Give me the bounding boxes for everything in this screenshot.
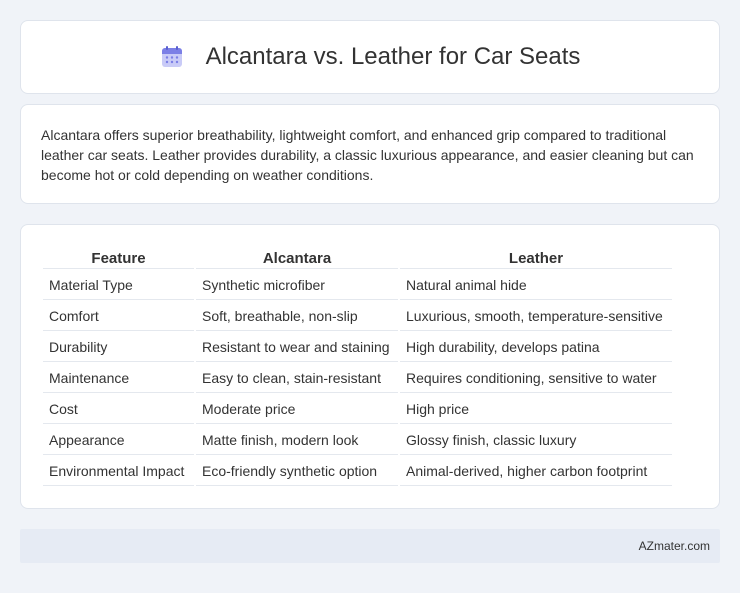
alcantara-cell: Moderate price [196, 395, 398, 424]
alcantara-cell: Resistant to wear and staining [196, 333, 398, 362]
leather-cell: High price [400, 395, 672, 424]
table-header-row: Feature Alcantara Leather [43, 247, 672, 269]
table-row: Durability Resistant to wear and stainin… [43, 333, 672, 362]
table-row: Maintenance Easy to clean, stain-resista… [43, 364, 672, 393]
alcantara-cell: Matte finish, modern look [196, 426, 398, 455]
table-row: Environmental Impact Eco-friendly synthe… [43, 457, 672, 486]
footer-brand: AZmater.com [638, 539, 710, 553]
feature-cell: Material Type [43, 271, 194, 300]
comparison-card: Feature Alcantara Leather Material Type … [20, 224, 720, 509]
table-row: Material Type Synthetic microfiber Natur… [43, 271, 672, 300]
feature-cell: Maintenance [43, 364, 194, 393]
alcantara-cell: Synthetic microfiber [196, 271, 398, 300]
leather-cell: Animal-derived, higher carbon footprint [400, 457, 672, 486]
feature-cell: Comfort [43, 302, 194, 331]
table-row: Cost Moderate price High price [43, 395, 672, 424]
feature-cell: Environmental Impact [43, 457, 194, 486]
footer-bar: AZmater.com [20, 529, 720, 563]
feature-cell: Durability [43, 333, 194, 362]
page-title: Alcantara vs. Leather for Car Seats [205, 43, 581, 70]
leather-cell: High durability, develops patina [400, 333, 672, 362]
title-card: Alcantara vs. Leather for Car Seats [20, 20, 720, 94]
leather-cell: Glossy finish, classic luxury [400, 426, 672, 455]
table-row: Appearance Matte finish, modern look Glo… [43, 426, 672, 455]
header-alcantara: Alcantara [196, 247, 398, 269]
feature-cell: Appearance [43, 426, 194, 455]
intro-paragraph: Alcantara offers superior breathability,… [41, 127, 694, 183]
header-feature: Feature [43, 247, 194, 269]
leather-cell: Luxurious, smooth, temperature-sensitive [400, 302, 672, 331]
table-row: Comfort Soft, breathable, non-slip Luxur… [43, 302, 672, 331]
leather-cell: Requires conditioning, sensitive to wate… [400, 364, 672, 393]
leather-cell: Natural animal hide [400, 271, 672, 300]
comparison-table: Feature Alcantara Leather Material Type … [41, 245, 674, 488]
alcantara-cell: Eco-friendly synthetic option [196, 457, 398, 486]
calendar-icon [160, 45, 184, 69]
header-leather: Leather [400, 247, 672, 269]
feature-cell: Cost [43, 395, 194, 424]
alcantara-cell: Easy to clean, stain-resistant [196, 364, 398, 393]
alcantara-cell: Soft, breathable, non-slip [196, 302, 398, 331]
intro-card: Alcantara offers superior breathability,… [20, 104, 720, 204]
